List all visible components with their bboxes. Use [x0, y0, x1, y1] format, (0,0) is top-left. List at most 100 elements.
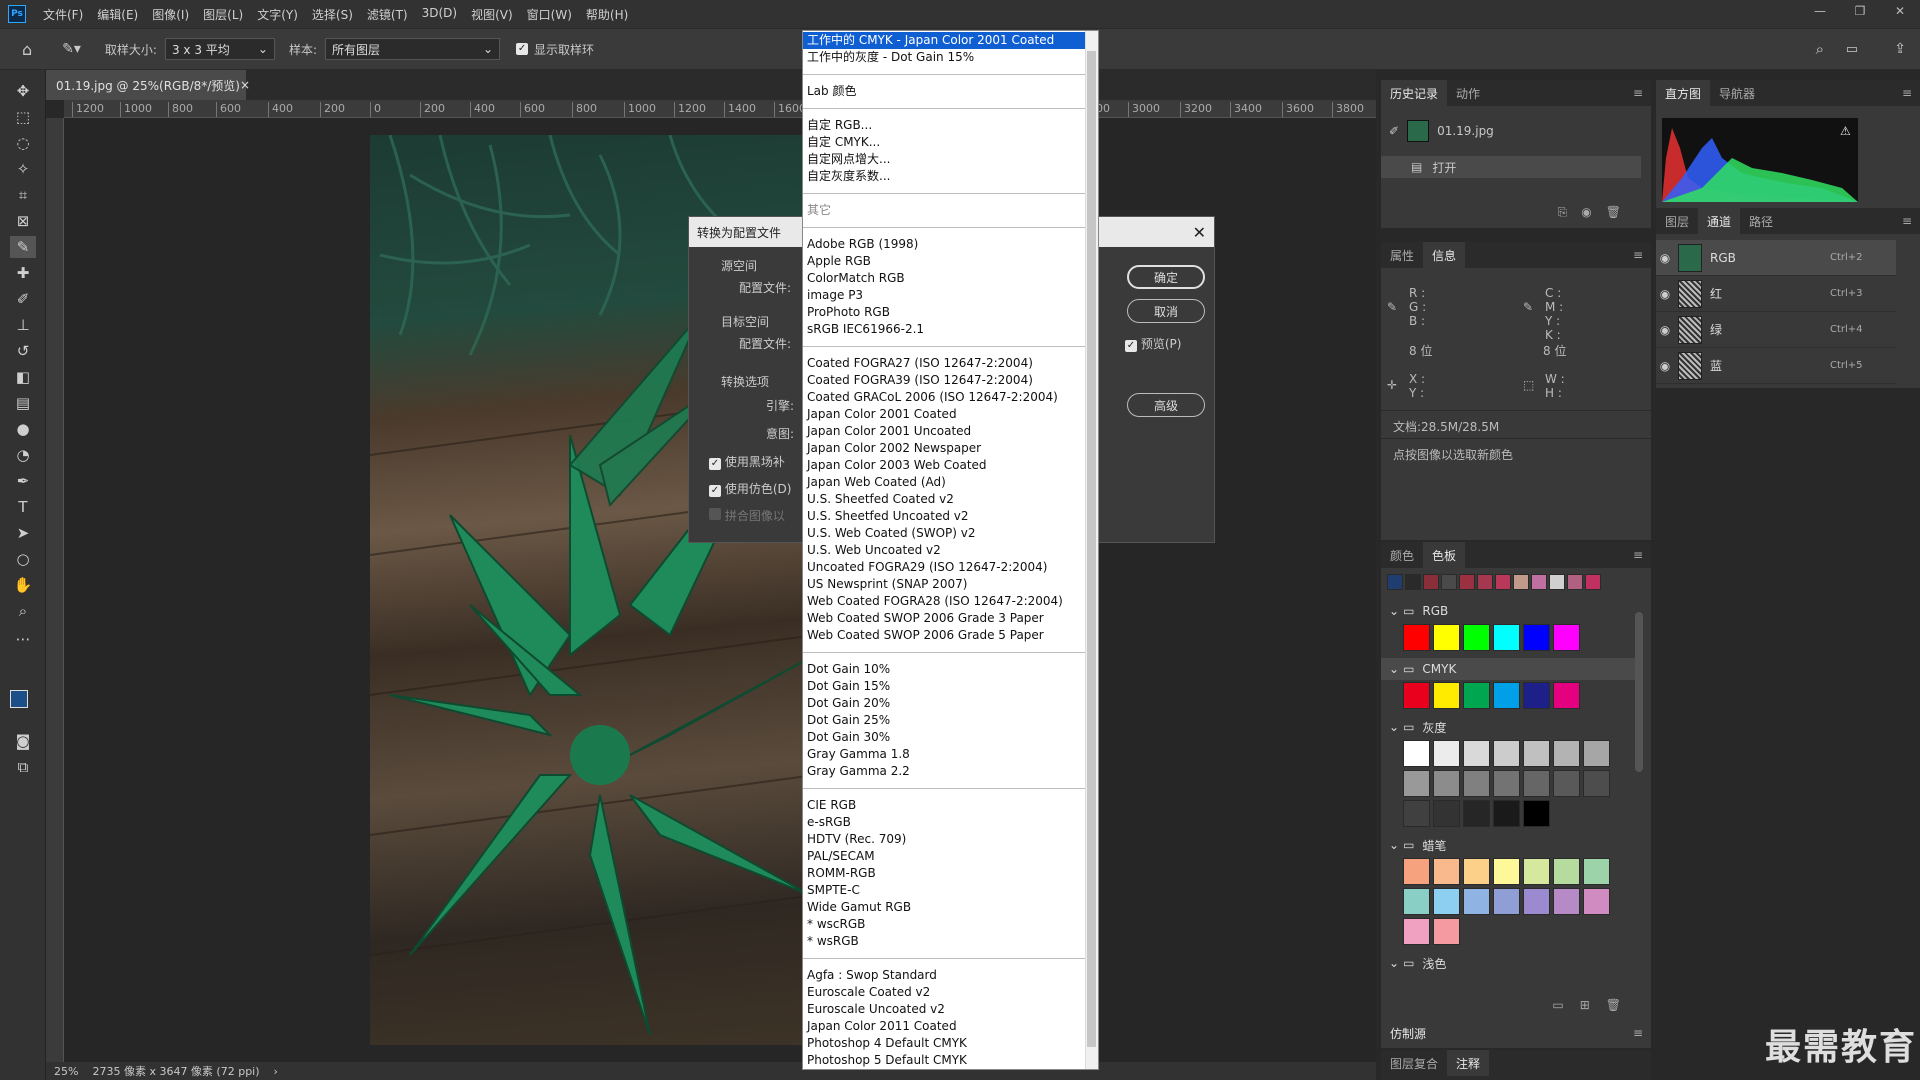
profile-option[interactable]: U.S. Web Coated (SWOP) v2	[803, 525, 1086, 542]
shape-tool-icon[interactable]: ○	[10, 548, 36, 570]
menu-item[interactable]: 视图(V)	[464, 6, 520, 23]
color-swatch[interactable]	[1553, 740, 1580, 767]
dropdown-scrollbar[interactable]	[1085, 31, 1098, 1069]
search-icon[interactable]: ⌕	[1816, 40, 1824, 58]
color-swatch[interactable]	[1403, 624, 1430, 651]
trash-icon[interactable]: 🗑	[1606, 205, 1621, 220]
minimize-button[interactable]: —	[1800, 0, 1840, 22]
profile-option[interactable]: Coated FOGRA27 (ISO 12647-2:2004)	[803, 355, 1086, 372]
tab-swatches[interactable]: 色板	[1423, 542, 1466, 568]
color-swatch[interactable]	[1463, 770, 1490, 797]
color-swatch[interactable]	[1433, 740, 1460, 767]
profile-option[interactable]: 工作中的 CMYK - Japan Color 2001 Coated	[803, 32, 1086, 49]
profile-option[interactable]: ProPhoto RGB	[803, 304, 1086, 321]
zoom-tool-icon[interactable]: ⌕	[10, 600, 36, 622]
profile-option[interactable]: US Newsprint (SNAP 2007)	[803, 576, 1086, 593]
brush-tool-icon[interactable]: ✐	[10, 288, 36, 310]
color-swatch[interactable]	[1463, 888, 1490, 915]
marquee-tool-icon[interactable]: ⬚	[10, 106, 36, 128]
color-swatch[interactable]	[1583, 770, 1610, 797]
foreground-color-swatch[interactable]	[10, 690, 28, 708]
profile-option[interactable]: U.S. Web Uncoated v2	[803, 542, 1086, 559]
path-selection-tool-icon[interactable]: ➤	[10, 522, 36, 544]
tab-properties[interactable]: 属性	[1381, 242, 1423, 268]
advanced-button[interactable]: 高级	[1127, 393, 1205, 417]
history-brush-tool-icon[interactable]: ↺	[10, 340, 36, 362]
hand-tool-icon[interactable]: ✋	[10, 574, 36, 596]
more-tools-icon[interactable]: ⋯	[10, 628, 36, 650]
profile-option[interactable]: Adobe RGB (1998)	[803, 236, 1086, 253]
profile-option[interactable]: PAL/SECAM	[803, 848, 1086, 865]
profile-option[interactable]: HDTV (Rec. 709)	[803, 831, 1086, 848]
color-swatch[interactable]	[1433, 624, 1460, 651]
profile-option[interactable]: Japan Color 2001 Uncoated	[803, 423, 1086, 440]
profile-option[interactable]: Japan Color 2011 Coated	[803, 1018, 1086, 1035]
channel-row-green[interactable]: ◉ 绿 Ctrl+4	[1656, 312, 1896, 348]
recent-swatch[interactable]	[1477, 574, 1493, 590]
swatches-scrollbar[interactable]	[1635, 612, 1643, 772]
profile-option[interactable]: Wide Gamut RGB	[803, 899, 1086, 916]
eye-icon[interactable]: ◉	[1656, 359, 1674, 373]
preview-checkbox[interactable]: ✓	[1125, 340, 1137, 352]
menu-item[interactable]: 3D(D)	[415, 6, 464, 23]
recent-swatch[interactable]	[1387, 574, 1403, 590]
profile-option[interactable]: Web Coated SWOP 2006 Grade 3 Paper	[803, 610, 1086, 627]
color-swatch[interactable]	[1463, 740, 1490, 767]
eye-icon[interactable]: ◉	[1656, 323, 1674, 337]
panel-menu-icon[interactable]: ≡	[1902, 86, 1912, 100]
color-swatch[interactable]	[1463, 624, 1490, 651]
color-swatch[interactable]	[1553, 624, 1580, 651]
profile-option[interactable]: ROMM-RGB	[803, 865, 1086, 882]
recent-swatch[interactable]	[1549, 574, 1565, 590]
home-icon[interactable]: ⌂	[22, 40, 32, 59]
tab-info[interactable]: 信息	[1423, 242, 1466, 268]
recent-swatch[interactable]	[1585, 574, 1601, 590]
color-swatch[interactable]	[1523, 740, 1550, 767]
tab-navigator[interactable]: 导航器	[1710, 80, 1764, 106]
color-swatch[interactable]	[1463, 858, 1490, 885]
recent-swatch[interactable]	[1495, 574, 1511, 590]
channel-row-red[interactable]: ◉ 红 Ctrl+3	[1656, 276, 1896, 312]
color-swatch[interactable]	[1493, 858, 1520, 885]
dither-checkbox[interactable]: ✓	[709, 485, 721, 497]
color-swatch[interactable]	[1433, 682, 1460, 709]
eye-icon[interactable]: ◉	[1656, 287, 1674, 301]
color-swatch[interactable]	[1523, 800, 1550, 827]
panel-menu-icon[interactable]: ≡	[1633, 548, 1643, 562]
eyedropper-icon[interactable]: ✎▾	[62, 41, 81, 57]
color-swatch[interactable]	[1523, 770, 1550, 797]
eyedropper-tool-icon[interactable]: ✎	[10, 236, 36, 258]
menu-item[interactable]: 帮助(H)	[579, 6, 635, 23]
sample-select[interactable]: 所有图层 ⌄	[325, 38, 501, 60]
profile-option[interactable]: Dot Gain 15%	[803, 678, 1086, 695]
panel-menu-icon[interactable]: ≡	[1633, 86, 1643, 100]
blur-tool-icon[interactable]: ●	[10, 418, 36, 440]
profile-dropdown-list[interactable]: 工作中的 CMYK - Japan Color 2001 Coated 工作中的灰…	[802, 30, 1099, 1070]
color-swatch[interactable]	[1403, 918, 1430, 945]
color-swatch[interactable]	[1433, 918, 1460, 945]
profile-option[interactable]: Euroscale Uncoated v2	[803, 1001, 1086, 1018]
tab-channels[interactable]: 通道	[1698, 208, 1741, 234]
profile-option[interactable]: U.S. Sheetfed Uncoated v2	[803, 508, 1086, 525]
close-window-button[interactable]: ✕	[1880, 0, 1920, 22]
swatch-group-4[interactable]: ⌄ ▭ 浅色	[1381, 952, 1641, 974]
profile-option[interactable]: * wsRGB	[803, 933, 1086, 950]
profile-option[interactable]: image P3	[803, 287, 1086, 304]
tab-paths[interactable]: 路径	[1740, 208, 1782, 234]
color-swatch[interactable]	[1403, 800, 1430, 827]
profile-option[interactable]: 自定网点增大...	[803, 151, 1086, 168]
sample-size-select[interactable]: 3 x 3 平均 ⌄	[164, 38, 275, 60]
color-swatch[interactable]	[1553, 770, 1580, 797]
move-tool-icon[interactable]: ✥	[10, 80, 36, 102]
profile-option[interactable]: Dot Gain 10%	[803, 661, 1086, 678]
color-swatch[interactable]	[1433, 800, 1460, 827]
black-point-checkbox[interactable]: ✓	[709, 458, 721, 470]
new-swatch-icon[interactable]: ⊞	[1580, 998, 1590, 1012]
black-point-option[interactable]: ✓ 使用黑场补	[709, 453, 785, 470]
gradient-tool-icon[interactable]: ▤	[10, 392, 36, 414]
eye-icon[interactable]: ◉	[1656, 251, 1674, 265]
color-swatch[interactable]	[1433, 888, 1460, 915]
profile-option[interactable]: Web Coated SWOP 2006 Grade 5 Paper	[803, 627, 1086, 644]
show-ring-checkbox[interactable]: ✓	[516, 43, 529, 55]
color-swatch[interactable]	[1493, 800, 1520, 827]
